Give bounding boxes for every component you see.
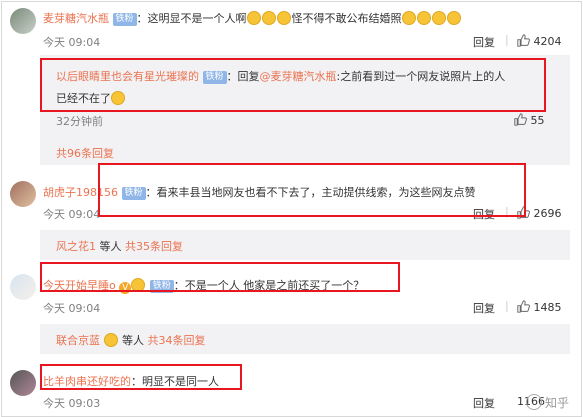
comment-text: 怪不得不敢公布结婚照 bbox=[291, 12, 402, 25]
summary-text: 等人 bbox=[99, 240, 122, 253]
watermark-text: 知乎 bbox=[544, 396, 569, 410]
avatar[interactable] bbox=[10, 8, 36, 34]
highlight-box bbox=[40, 58, 546, 112]
avatar[interactable] bbox=[10, 181, 36, 207]
reply-summary: 风之花1 等人 共35条回复 bbox=[56, 238, 183, 254]
highlight-box bbox=[40, 262, 400, 292]
thumbs-up-icon bbox=[517, 300, 530, 313]
highlight-box bbox=[98, 163, 526, 217]
reply-button[interactable]: 回复 bbox=[473, 300, 495, 316]
laugh-emoji-icon bbox=[431, 11, 446, 25]
timestamp: 今天 09:03 bbox=[43, 397, 101, 410]
summary-text: 等人 bbox=[122, 334, 144, 347]
thumbs-up-icon bbox=[514, 113, 527, 126]
like-button[interactable]: 55 bbox=[514, 113, 545, 127]
more-replies-link[interactable]: 共34条回复 bbox=[148, 334, 206, 347]
reply-summary: 联合京蓝 等人 共34条回复 bbox=[56, 332, 206, 348]
more-replies-link[interactable]: 共96条回复 bbox=[56, 145, 114, 161]
like-button[interactable]: 4204 bbox=[517, 34, 562, 48]
laugh-emoji-icon bbox=[276, 11, 291, 25]
laugh-emoji-icon bbox=[446, 11, 461, 25]
timestamp: 今天 09:04 bbox=[43, 36, 101, 49]
like-count: 55 bbox=[530, 114, 545, 127]
like-count: 4204 bbox=[533, 35, 562, 48]
comment-text: 这明显不是一个人啊 bbox=[147, 12, 247, 25]
timestamp: 32分钟前 bbox=[56, 115, 103, 128]
smile-emoji-icon bbox=[103, 333, 118, 347]
divider: | bbox=[505, 299, 509, 312]
reply-button[interactable]: 回复 bbox=[473, 395, 495, 411]
like-button[interactable]: 1485 bbox=[517, 300, 562, 314]
avatar[interactable] bbox=[10, 274, 36, 300]
timestamp: 今天 09:04 bbox=[43, 208, 101, 221]
laugh-emoji-icon bbox=[261, 11, 276, 25]
laugh-emoji-icon bbox=[401, 11, 416, 25]
username[interactable]: 联合京蓝 bbox=[56, 334, 100, 347]
laugh-emoji-icon bbox=[416, 11, 431, 25]
divider: | bbox=[505, 33, 509, 46]
comment-line: 麦芽糖汽水瓶 铁粉 ：这明显不是一个人啊 怪不得不敢公布结婚照 bbox=[43, 10, 462, 26]
like-count: 1485 bbox=[533, 301, 562, 314]
avatar[interactable] bbox=[10, 370, 36, 396]
like-count: 2696 bbox=[533, 207, 562, 220]
thumbs-up-icon bbox=[517, 34, 530, 47]
zhihu-watermark: 知乎 bbox=[525, 394, 569, 411]
fan-badge: 铁粉 bbox=[112, 13, 137, 26]
laugh-emoji-icon bbox=[246, 11, 261, 25]
more-replies-link[interactable]: 共35条回复 bbox=[125, 240, 183, 253]
username[interactable]: 麦芽糖汽水瓶 bbox=[43, 12, 109, 25]
username[interactable]: 风之花1 bbox=[56, 240, 96, 253]
colon: ： bbox=[136, 12, 148, 25]
wechat-icon bbox=[525, 394, 542, 410]
reply-button[interactable]: 回复 bbox=[473, 34, 495, 50]
timestamp: 今天 09:04 bbox=[43, 302, 101, 315]
highlight-box bbox=[40, 364, 242, 390]
